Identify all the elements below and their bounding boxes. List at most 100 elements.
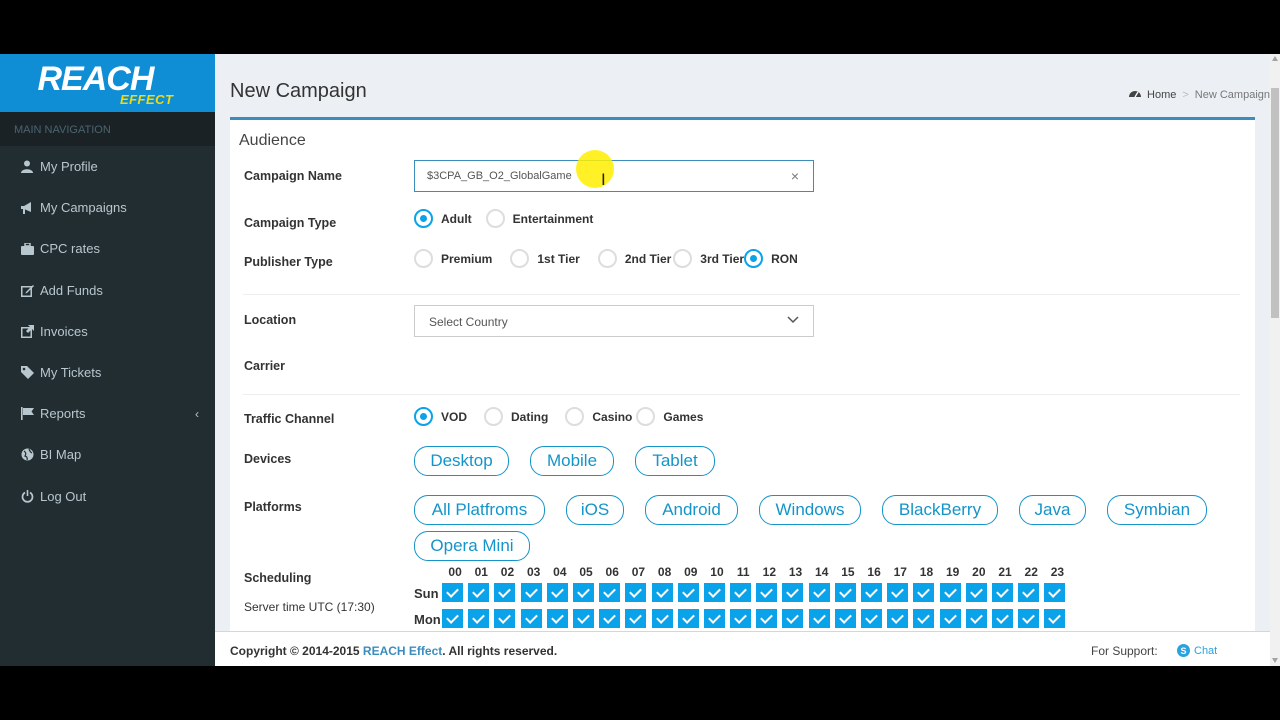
schedule-checkbox[interactable] — [442, 583, 463, 602]
sidebar-item-my-tickets[interactable]: My Tickets — [0, 352, 215, 393]
brand-link[interactable]: REACH Effect — [363, 644, 442, 658]
scroll-up-icon[interactable] — [1272, 56, 1278, 61]
sidebar-item-my-campaigns[interactable]: My Campaigns — [0, 187, 215, 228]
schedule-checkbox[interactable] — [808, 609, 830, 628]
clear-icon[interactable]: × — [791, 168, 799, 184]
schedule-checkbox[interactable] — [677, 609, 699, 628]
chat-link[interactable]: S Chat — [1177, 644, 1217, 657]
schedule-checkbox[interactable] — [834, 583, 856, 602]
device-tablet-button[interactable]: Tablet — [635, 446, 715, 476]
scroll-down-icon[interactable] — [1272, 658, 1278, 663]
radio-button[interactable] — [636, 407, 656, 426]
schedule-checkbox[interactable] — [520, 583, 542, 602]
schedule-checkbox[interactable] — [703, 609, 725, 628]
logo[interactable]: REACH EFFECT — [0, 54, 215, 112]
schedule-checkbox[interactable] — [808, 583, 830, 602]
radio-adult[interactable]: Adult — [414, 209, 472, 228]
schedule-checkbox[interactable] — [703, 583, 725, 602]
schedule-checkbox[interactable] — [599, 583, 621, 602]
schedule-checkbox[interactable] — [625, 583, 647, 602]
schedule-checkbox[interactable] — [599, 609, 621, 628]
schedule-checkbox[interactable] — [1044, 609, 1066, 628]
schedule-checkbox[interactable] — [991, 609, 1013, 628]
radio-button-checked[interactable] — [744, 249, 764, 268]
schedule-checkbox[interactable] — [939, 583, 961, 602]
country-select[interactable]: Select Country — [414, 305, 814, 337]
schedule-checkbox[interactable] — [913, 609, 935, 628]
scrollbar[interactable] — [1270, 54, 1280, 666]
schedule-checkbox[interactable] — [651, 609, 673, 628]
radio-button-checked[interactable] — [414, 209, 433, 228]
radio-button[interactable] — [673, 249, 693, 268]
schedule-checkbox[interactable] — [1018, 609, 1040, 628]
schedule-checkbox[interactable] — [756, 583, 778, 602]
schedule-checkbox[interactable] — [546, 583, 568, 602]
sidebar-item-cpc-rates[interactable]: CPC rates — [0, 228, 215, 269]
platform-windows-button[interactable]: Windows — [759, 495, 861, 525]
schedule-checkbox[interactable] — [625, 609, 647, 628]
radio-button[interactable] — [414, 249, 433, 268]
radio-dating[interactable]: Dating — [484, 407, 548, 426]
schedule-checkbox[interactable] — [834, 609, 856, 628]
campaign-name-input[interactable]: $3CPA_GB_O2_GlobalGame × — [414, 160, 814, 192]
platform-opera-mini-button[interactable]: Opera Mini — [414, 531, 530, 561]
radio-button-checked[interactable] — [414, 407, 433, 426]
device-desktop-button[interactable]: Desktop — [414, 446, 509, 476]
schedule-checkbox[interactable] — [494, 609, 516, 628]
platform-ios-button[interactable]: iOS — [566, 495, 624, 525]
schedule-checkbox[interactable] — [442, 609, 463, 628]
schedule-checkbox[interactable] — [913, 583, 935, 602]
sidebar-item-reports[interactable]: Reports ‹ — [0, 393, 215, 434]
schedule-checkbox[interactable] — [572, 583, 594, 602]
schedule-checkbox[interactable] — [546, 609, 568, 628]
radio-2nd-tier[interactable]: 2nd Tier — [597, 249, 671, 268]
sidebar-item-add-funds[interactable]: Add Funds — [0, 270, 215, 311]
radio-casino[interactable]: Casino — [565, 407, 632, 426]
radio-button[interactable] — [510, 249, 530, 268]
schedule-checkbox[interactable] — [494, 583, 516, 602]
radio-entertainment[interactable]: Entertainment — [485, 209, 593, 228]
radio-button[interactable] — [484, 407, 504, 426]
schedule-checkbox[interactable] — [965, 609, 987, 628]
platform-java-button[interactable]: Java — [1019, 495, 1086, 525]
schedule-checkbox[interactable] — [572, 609, 594, 628]
schedule-checkbox[interactable] — [756, 609, 778, 628]
sidebar-item-my-profile[interactable]: My Profile — [0, 146, 215, 187]
platform-symbian-button[interactable]: Symbian — [1107, 495, 1207, 525]
schedule-checkbox[interactable] — [939, 609, 961, 628]
sidebar-item-invoices[interactable]: Invoices — [0, 311, 215, 352]
schedule-checkbox[interactable] — [965, 583, 987, 602]
radio-button[interactable] — [597, 249, 617, 268]
radio-games[interactable]: Games — [636, 407, 703, 426]
scrollbar-thumb[interactable] — [1271, 88, 1279, 318]
schedule-checkbox[interactable] — [1044, 583, 1066, 602]
schedule-checkbox[interactable] — [887, 609, 909, 628]
radio-ron[interactable]: RON — [744, 249, 798, 268]
radio-3rd-tier[interactable]: 3rd Tier — [673, 249, 744, 268]
schedule-checkbox[interactable] — [991, 583, 1013, 602]
schedule-checkbox[interactable] — [677, 583, 699, 602]
platform-all-button[interactable]: All Platfroms — [414, 495, 545, 525]
schedule-checkbox[interactable] — [468, 583, 490, 602]
radio-1st-tier[interactable]: 1st Tier — [510, 249, 580, 268]
platform-blackberry-button[interactable]: BlackBerry — [882, 495, 998, 525]
schedule-checkbox[interactable] — [468, 609, 490, 628]
schedule-checkbox[interactable] — [730, 609, 752, 628]
schedule-checkbox[interactable] — [1018, 583, 1040, 602]
schedule-checkbox[interactable] — [730, 583, 752, 602]
breadcrumb-home[interactable]: Home — [1147, 89, 1176, 101]
sidebar-item-bi-map[interactable]: BI Map — [0, 434, 215, 475]
schedule-checkbox[interactable] — [782, 609, 804, 628]
device-mobile-button[interactable]: Mobile — [530, 446, 614, 476]
radio-vod[interactable]: VOD — [414, 407, 467, 426]
radio-premium[interactable]: Premium — [414, 249, 492, 268]
schedule-checkbox[interactable] — [520, 609, 542, 628]
schedule-checkbox[interactable] — [887, 583, 909, 602]
schedule-checkbox[interactable] — [651, 583, 673, 602]
schedule-checkbox[interactable] — [782, 583, 804, 602]
schedule-checkbox[interactable] — [861, 609, 882, 628]
platform-android-button[interactable]: Android — [645, 495, 738, 525]
radio-button[interactable] — [485, 209, 505, 228]
sidebar-item-log-out[interactable]: Log Out — [0, 476, 215, 517]
schedule-checkbox[interactable] — [861, 583, 882, 602]
